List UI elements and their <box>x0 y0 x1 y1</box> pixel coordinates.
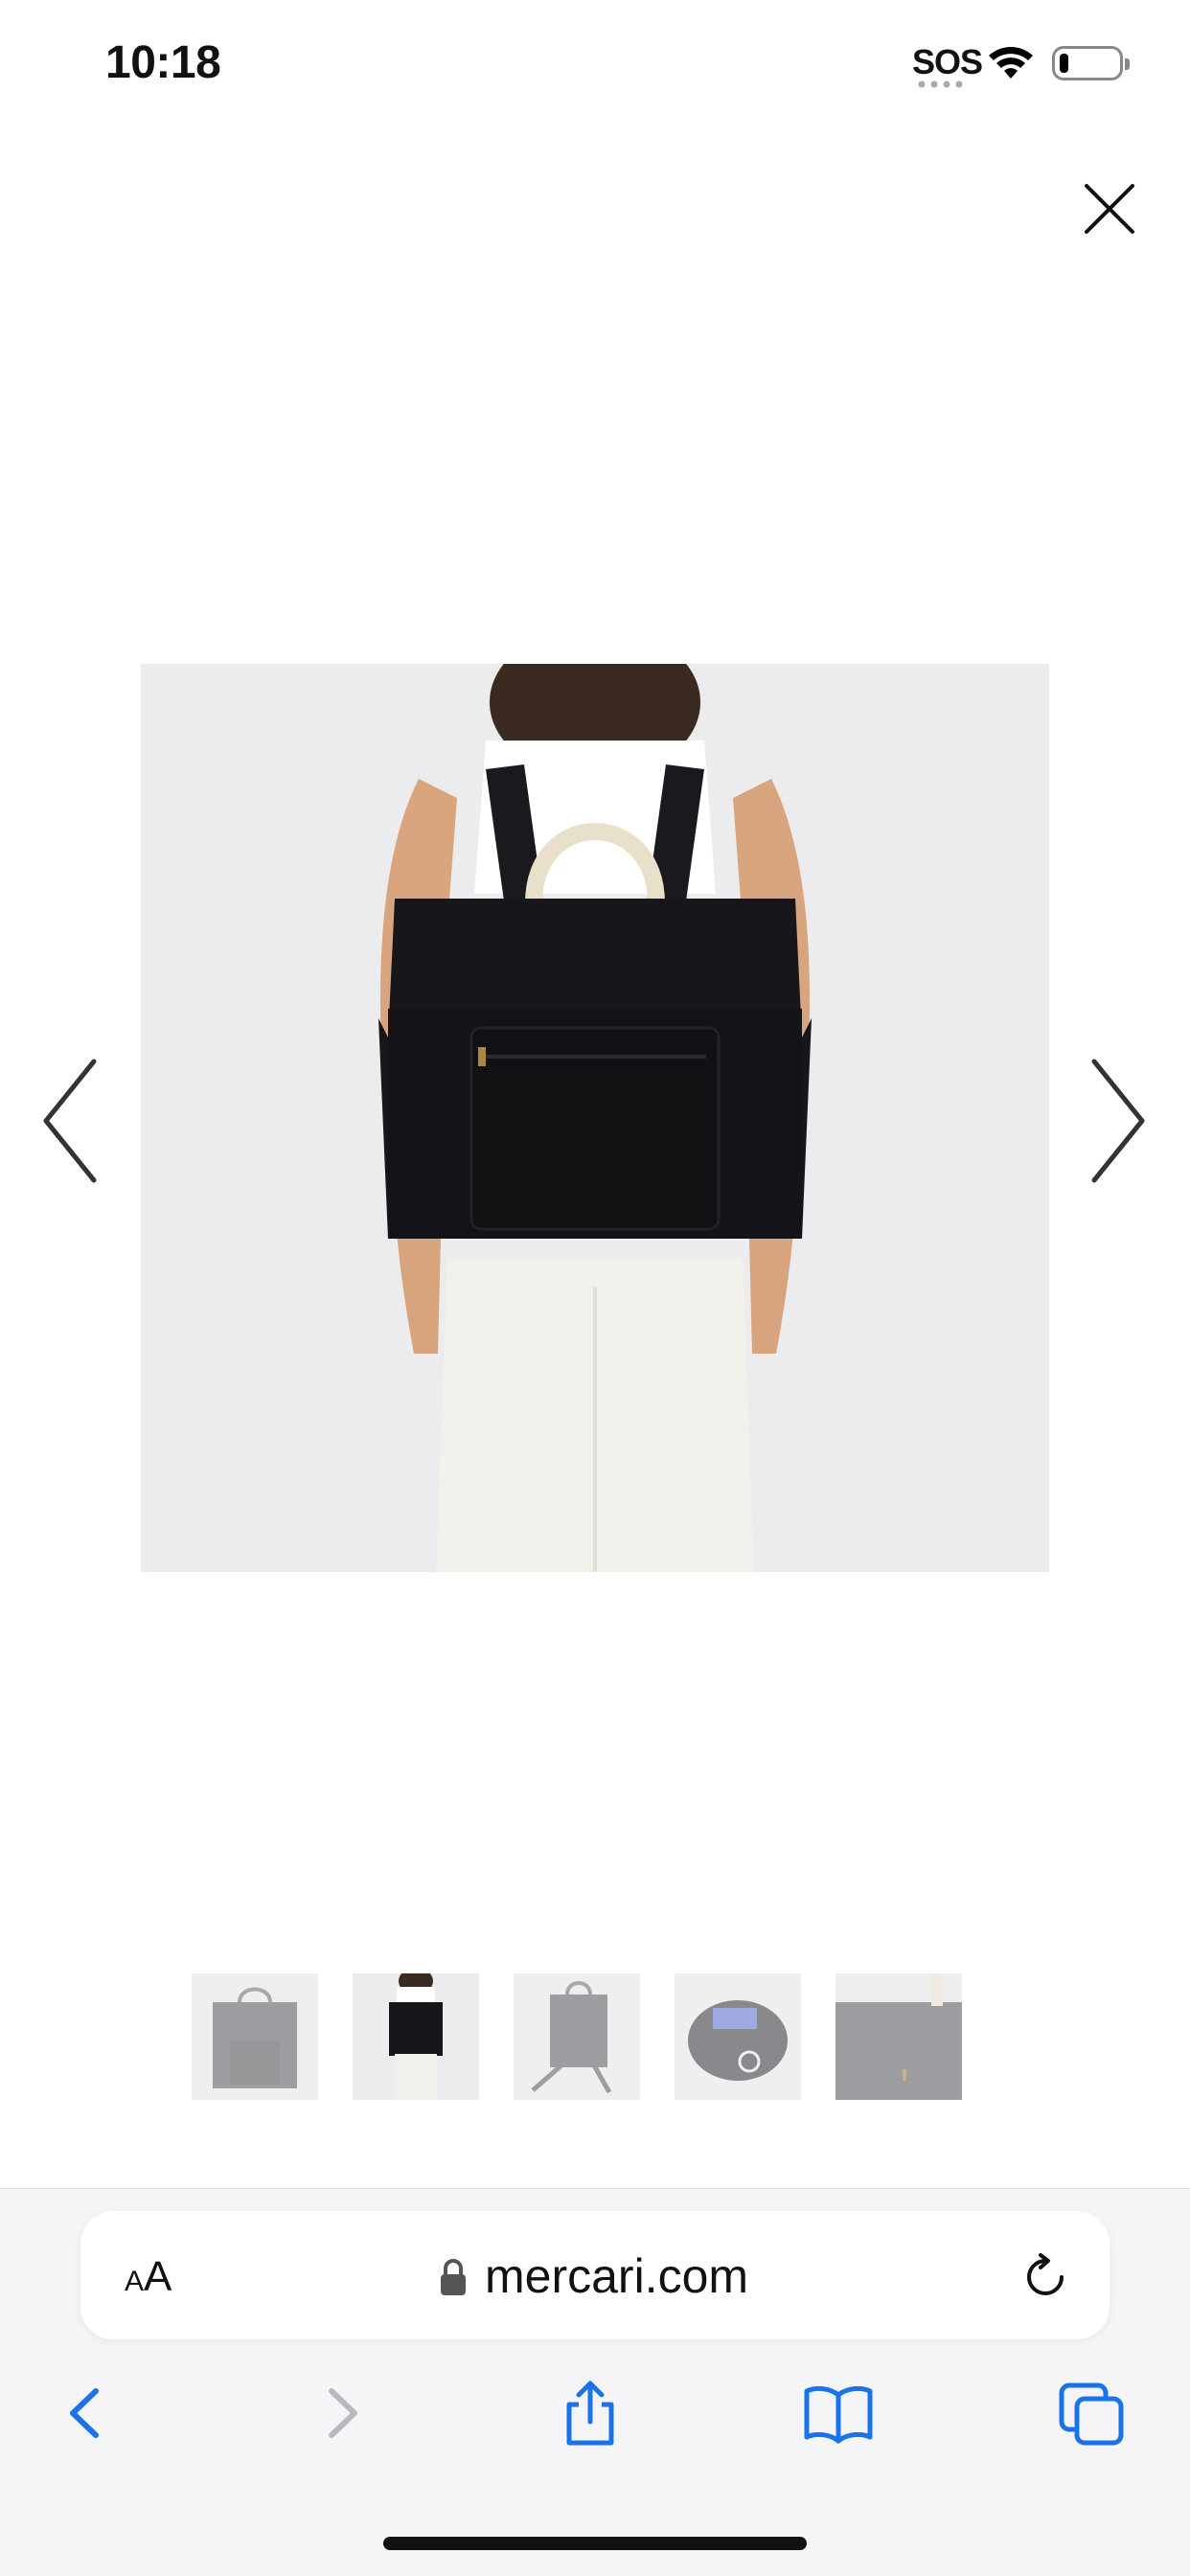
product-main-image[interactable] <box>141 664 1049 1572</box>
lock-icon <box>441 2259 466 2295</box>
chevron-right-icon[interactable] <box>1083 1054 1150 1188</box>
text-size-button[interactable]: AA <box>125 2253 172 2301</box>
home-indicator[interactable] <box>383 2537 807 2550</box>
thumbnail-2[interactable] <box>353 1973 479 2100</box>
thumbnail-detail <box>835 1973 962 2100</box>
signal-dots-icon <box>918 80 963 88</box>
bookmarks-icon[interactable] <box>803 2380 874 2447</box>
text-size-large-label: A <box>144 2253 172 2300</box>
share-icon[interactable] <box>560 2380 621 2447</box>
wifi-icon <box>989 47 1033 79</box>
back-icon[interactable] <box>57 2380 115 2447</box>
forward-icon[interactable] <box>312 2380 370 2447</box>
product-photo <box>141 664 1049 1572</box>
tabs-icon[interactable] <box>1058 2380 1127 2447</box>
thumbnail-5[interactable] <box>835 1973 962 2100</box>
thumbnail-1[interactable] <box>192 1973 318 2100</box>
reload-icon[interactable] <box>1019 2251 1071 2303</box>
thumbnail-back-straps <box>514 1973 640 2100</box>
status-time: 10:18 <box>105 37 221 88</box>
sos-indicator: SOS <box>912 42 983 81</box>
battery-icon <box>1052 46 1130 80</box>
chevron-left-icon[interactable] <box>38 1054 105 1188</box>
thumbnail-worn-back <box>353 1973 479 2100</box>
text-size-small-label: A <box>125 2266 145 2297</box>
thumbnail-tote-front <box>192 1973 318 2100</box>
thumbnail-interior <box>675 1973 801 2100</box>
url-text[interactable]: mercari.com <box>485 2248 748 2304</box>
close-icon[interactable] <box>1079 178 1140 239</box>
thumbnail-4[interactable] <box>675 1973 801 2100</box>
thumbnail-3[interactable] <box>514 1973 640 2100</box>
